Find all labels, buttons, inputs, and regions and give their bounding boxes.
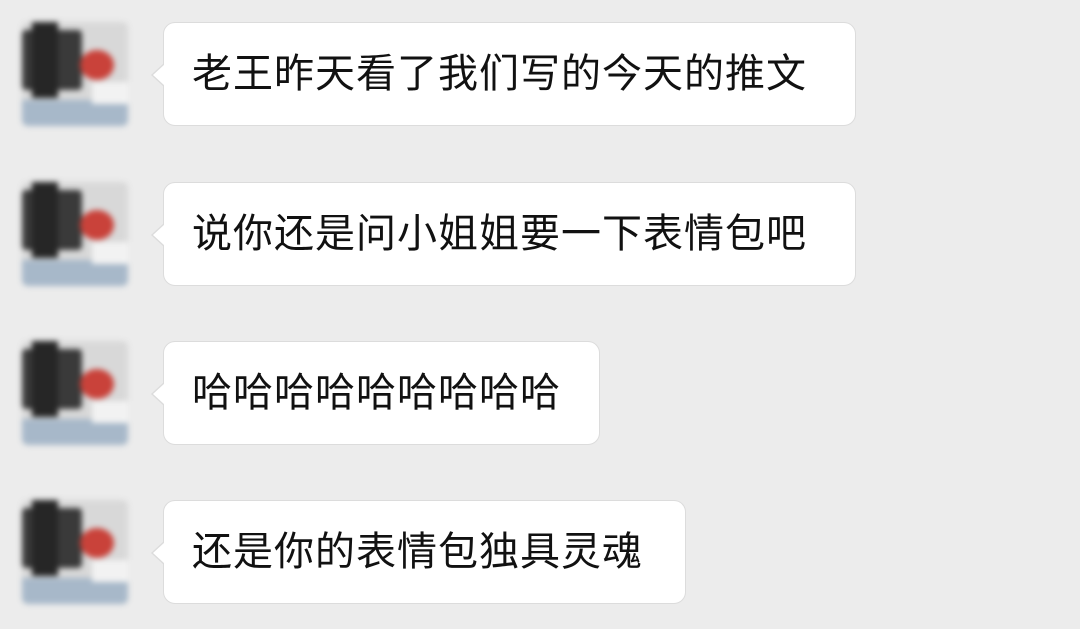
avatar[interactable]: [22, 500, 128, 604]
avatar[interactable]: [22, 22, 128, 126]
message-row: 哈哈哈哈哈哈哈哈哈: [0, 341, 1080, 445]
avatar[interactable]: [22, 182, 128, 286]
message-bubble[interactable]: 说你还是问小姐姐要一下表情包吧: [151, 182, 856, 286]
message-row: 老王昨天看了我们写的今天的推文: [0, 22, 1080, 126]
message-bubble[interactable]: 老王昨天看了我们写的今天的推文: [151, 22, 856, 126]
message-bubble[interactable]: 哈哈哈哈哈哈哈哈哈: [151, 341, 600, 445]
avatar[interactable]: [22, 341, 128, 445]
message-text: 说你还是问小姐姐要一下表情包吧: [192, 211, 807, 257]
message-row: 说你还是问小姐姐要一下表情包吧: [0, 182, 1080, 286]
chat-message-list: 老王昨天看了我们写的今天的推文 说你还是问小姐姐要一下表情包吧 哈哈哈哈哈哈哈哈…: [0, 0, 1080, 629]
message-text: 哈哈哈哈哈哈哈哈哈: [192, 370, 561, 416]
message-text: 还是你的表情包独具灵魂: [192, 529, 643, 575]
message-text: 老王昨天看了我们写的今天的推文: [192, 51, 807, 97]
message-row: 还是你的表情包独具灵魂: [0, 500, 1080, 604]
message-bubble[interactable]: 还是你的表情包独具灵魂: [151, 500, 686, 604]
